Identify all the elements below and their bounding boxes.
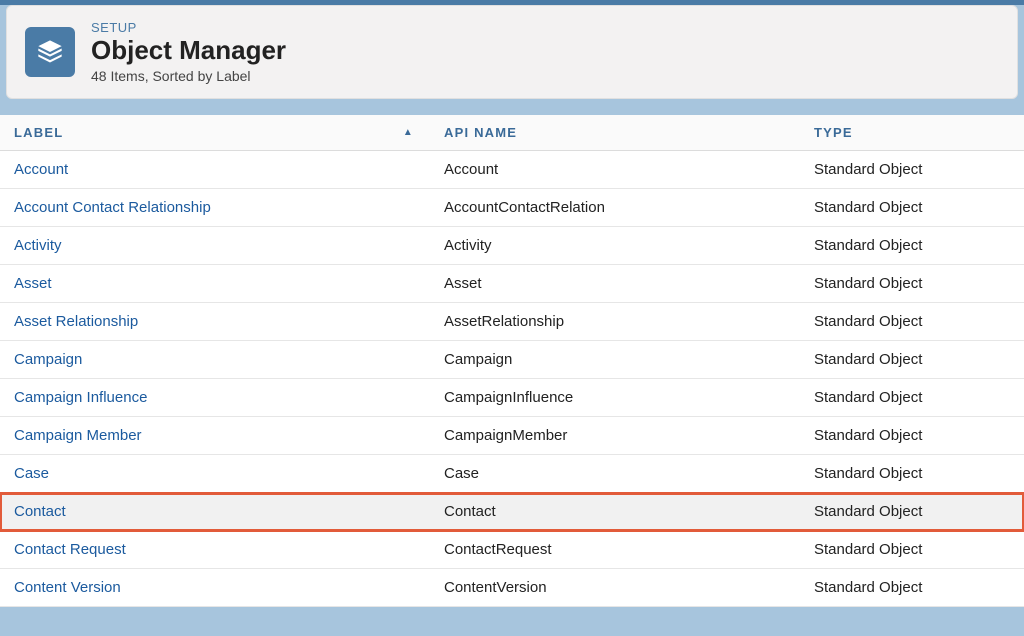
- table-header-row: LABEL ▲ API NAME TYPE: [0, 115, 1024, 151]
- table-row: Account Contact RelationshipAccountConta…: [0, 189, 1024, 227]
- table-row: AccountAccountStandard Object: [0, 151, 1024, 189]
- object-api-name: ContentVersion: [444, 579, 814, 596]
- table-row: Asset RelationshipAssetRelationshipStand…: [0, 303, 1024, 341]
- object-api-name: Activity: [444, 237, 814, 254]
- object-label-link[interactable]: Account Contact Relationship: [14, 199, 444, 216]
- table-row: Campaign MemberCampaignMemberStandard Ob…: [0, 417, 1024, 455]
- object-api-name: Case: [444, 465, 814, 482]
- object-label-link[interactable]: Campaign Influence: [14, 389, 444, 406]
- layers-icon: [25, 27, 75, 77]
- header-gap: [0, 99, 1024, 113]
- page-subtitle: 48 Items, Sorted by Label: [91, 68, 286, 84]
- object-label-link[interactable]: Campaign: [14, 351, 444, 368]
- table-row: CaseCaseStandard Object: [0, 455, 1024, 493]
- object-type: Standard Object: [814, 503, 1010, 520]
- table-row: Campaign InfluenceCampaignInfluenceStand…: [0, 379, 1024, 417]
- object-label-link[interactable]: Content Version: [14, 579, 444, 596]
- table-row: Content VersionContentVersionStandard Ob…: [0, 569, 1024, 607]
- object-label-link[interactable]: Activity: [14, 237, 444, 254]
- object-type: Standard Object: [814, 427, 1010, 444]
- object-api-name: AccountContactRelation: [444, 199, 814, 216]
- object-api-name: Campaign: [444, 351, 814, 368]
- column-header-api-name[interactable]: API NAME: [444, 125, 814, 140]
- object-type: Standard Object: [814, 161, 1010, 178]
- object-type: Standard Object: [814, 389, 1010, 406]
- header-text-block: SETUP Object Manager 48 Items, Sorted by…: [91, 20, 286, 84]
- object-type: Standard Object: [814, 579, 1010, 596]
- column-header-label[interactable]: LABEL ▲: [14, 125, 444, 140]
- sort-ascending-icon: ▲: [403, 127, 414, 138]
- table-row: ContactContactStandard Object: [0, 493, 1024, 531]
- object-label-link[interactable]: Campaign Member: [14, 427, 444, 444]
- object-api-name: AssetRelationship: [444, 313, 814, 330]
- table-row: CampaignCampaignStandard Object: [0, 341, 1024, 379]
- table-body: AccountAccountStandard ObjectAccount Con…: [0, 151, 1024, 607]
- object-type: Standard Object: [814, 275, 1010, 292]
- object-api-name: CampaignMember: [444, 427, 814, 444]
- table-row: AssetAssetStandard Object: [0, 265, 1024, 303]
- object-type: Standard Object: [814, 351, 1010, 368]
- object-api-name: CampaignInfluence: [444, 389, 814, 406]
- object-label-link[interactable]: Case: [14, 465, 444, 482]
- object-type: Standard Object: [814, 237, 1010, 254]
- object-label-link[interactable]: Account: [14, 161, 444, 178]
- page-title: Object Manager: [91, 35, 286, 66]
- object-type: Standard Object: [814, 199, 1010, 216]
- object-type: Standard Object: [814, 313, 1010, 330]
- object-type: Standard Object: [814, 541, 1010, 558]
- object-label-link[interactable]: Contact: [14, 503, 444, 520]
- column-header-type[interactable]: TYPE: [814, 125, 1010, 140]
- column-header-api-name-text: API NAME: [444, 125, 517, 140]
- table-row: ActivityActivityStandard Object: [0, 227, 1024, 265]
- object-api-name: Contact: [444, 503, 814, 520]
- object-api-name: Account: [444, 161, 814, 178]
- object-label-link[interactable]: Contact Request: [14, 541, 444, 558]
- page-header: SETUP Object Manager 48 Items, Sorted by…: [6, 5, 1018, 99]
- table-row: Contact RequestContactRequestStandard Ob…: [0, 531, 1024, 569]
- object-table: LABEL ▲ API NAME TYPE AccountAccountStan…: [0, 113, 1024, 607]
- header-eyebrow: SETUP: [91, 20, 286, 35]
- object-label-link[interactable]: Asset Relationship: [14, 313, 444, 330]
- column-header-type-text: TYPE: [814, 125, 853, 140]
- object-api-name: ContactRequest: [444, 541, 814, 558]
- object-type: Standard Object: [814, 465, 1010, 482]
- object-api-name: Asset: [444, 275, 814, 292]
- column-header-label-text: LABEL: [14, 125, 63, 140]
- object-label-link[interactable]: Asset: [14, 275, 444, 292]
